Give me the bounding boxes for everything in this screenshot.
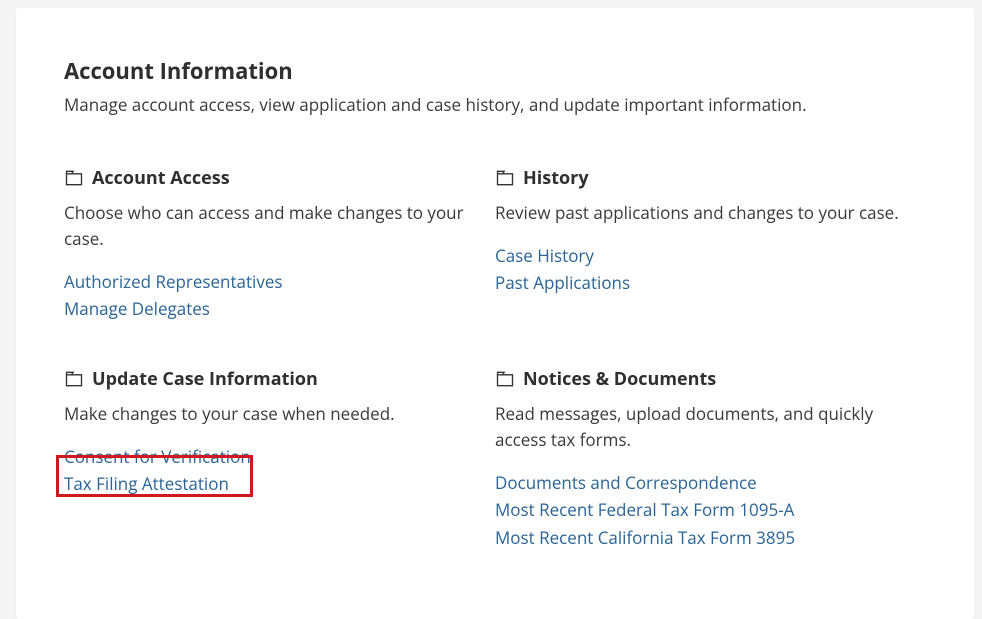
section-desc: Review past applications and changes to … — [495, 200, 902, 226]
section-desc: Read messages, upload documents, and qui… — [495, 401, 902, 454]
section-desc: Choose who can access and make changes t… — [64, 200, 471, 253]
link-tax-filing-attestation[interactable]: Tax Filing Attestation — [64, 470, 471, 497]
link-list: Authorized Representatives Manage Delega… — [64, 268, 471, 322]
section-update-case: Update Case Information Make changes to … — [64, 367, 495, 551]
section-account-access: Account Access Choose who can access and… — [64, 166, 495, 323]
link-list: Documents and Correspondence Most Recent… — [495, 469, 902, 551]
link-documents-correspondence[interactable]: Documents and Correspondence — [495, 469, 902, 496]
folder-icon — [64, 168, 84, 188]
folder-icon — [495, 369, 515, 389]
page-title: Account Information — [64, 56, 926, 86]
link-consent-verification[interactable]: Consent for Verification — [64, 443, 471, 470]
section-header: Update Case Information — [64, 367, 471, 391]
section-notices-documents: Notices & Documents Read messages, uploa… — [495, 367, 926, 551]
section-header: History — [495, 166, 902, 190]
folder-icon — [64, 369, 84, 389]
link-past-applications[interactable]: Past Applications — [495, 269, 902, 296]
folder-icon — [495, 168, 515, 188]
section-desc: Make changes to your case when needed. — [64, 401, 471, 427]
section-title: Notices & Documents — [523, 367, 716, 391]
section-header: Account Access — [64, 166, 471, 190]
link-list: Case History Past Applications — [495, 242, 902, 296]
page-subtitle: Manage account access, view application … — [64, 92, 926, 118]
link-federal-1095a[interactable]: Most Recent Federal Tax Form 1095-A — [495, 496, 902, 523]
link-authorized-representatives[interactable]: Authorized Representatives — [64, 268, 471, 295]
section-title: Update Case Information — [92, 367, 318, 391]
section-header: Notices & Documents — [495, 367, 902, 391]
section-title: History — [523, 166, 589, 190]
link-list: Consent for Verification Tax Filing Atte… — [64, 443, 471, 497]
section-title: Account Access — [92, 166, 230, 190]
link-california-3895[interactable]: Most Recent California Tax Form 3895 — [495, 524, 902, 551]
link-case-history[interactable]: Case History — [495, 242, 902, 269]
account-info-card: Account Information Manage account acces… — [16, 8, 974, 619]
sections-grid: Account Access Choose who can access and… — [64, 166, 926, 595]
section-history: History Review past applications and cha… — [495, 166, 926, 323]
link-manage-delegates[interactable]: Manage Delegates — [64, 295, 471, 322]
